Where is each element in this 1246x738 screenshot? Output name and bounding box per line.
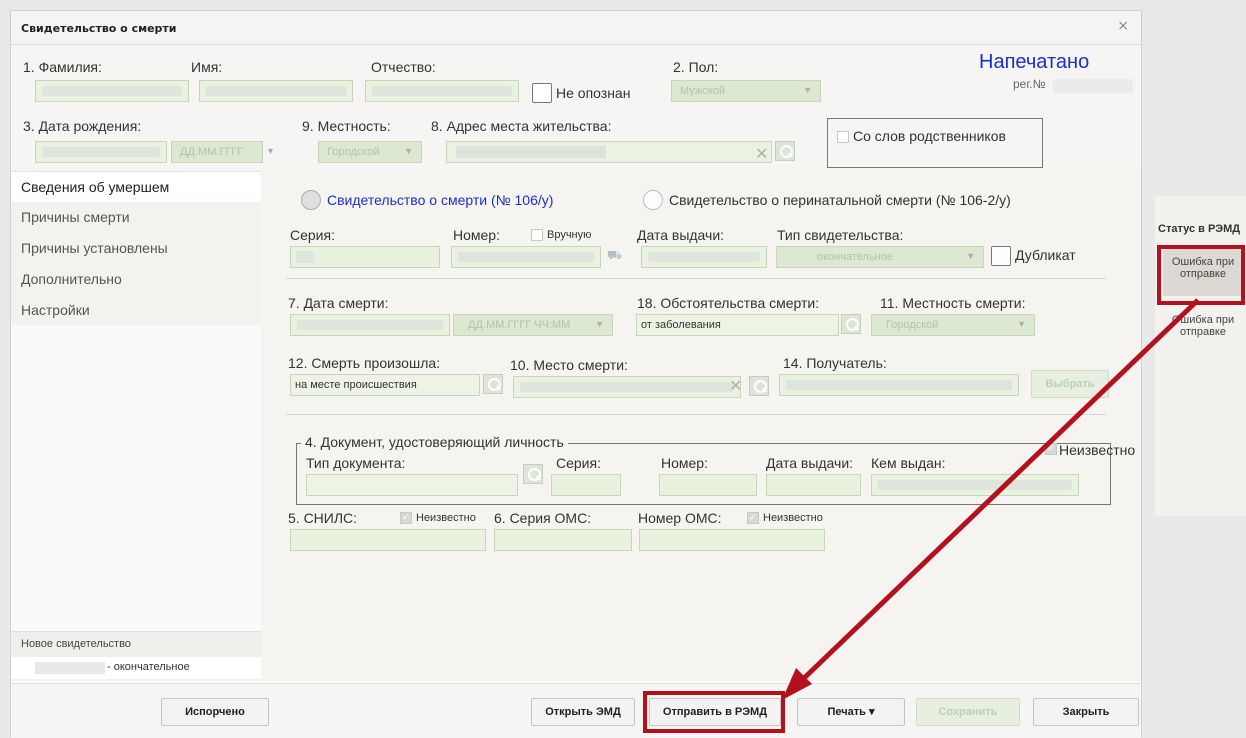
arrow-line [798, 298, 1200, 684]
annotation-arrow [782, 298, 1200, 700]
